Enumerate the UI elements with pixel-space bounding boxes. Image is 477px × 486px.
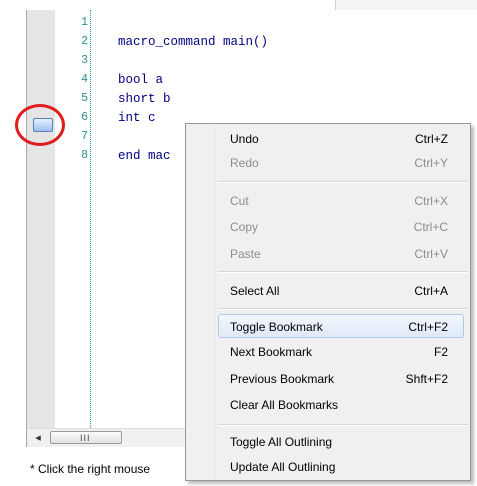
menu-item-label: Select All (230, 284, 280, 298)
menu-separator (218, 181, 468, 183)
menu-item-shortcut: Ctrl+Y (414, 156, 448, 170)
scroll-left-arrow-icon[interactable]: ◂ (31, 431, 45, 445)
bookmark-gutter[interactable] (27, 10, 55, 428)
line-number: 2 (81, 35, 88, 48)
menu-item-next-bookmark[interactable]: Next Bookmark F2 (218, 341, 464, 363)
line-number: 8 (81, 149, 88, 162)
line-number: 4 (81, 73, 88, 86)
context-menu (185, 123, 471, 481)
menu-item-shortcut: Ctrl+V (414, 247, 448, 261)
menu-item-label: Copy (230, 220, 259, 234)
highlight-ring (15, 104, 65, 146)
menu-item-label: Paste (230, 247, 261, 261)
menu-item-label: Toggle Bookmark (230, 320, 323, 334)
menu-item-label: Toggle All Outlining (230, 435, 333, 449)
menu-item-label: Update All Outlining (230, 460, 336, 474)
status-text: * Click the right mouse (30, 462, 151, 476)
menu-item-paste[interactable]: Paste Ctrl+V (218, 243, 464, 265)
menu-icon-column (188, 125, 212, 479)
menu-separator (218, 271, 468, 273)
menu-item-label: Undo (230, 132, 259, 146)
menu-item-shortcut: Ctrl+Z (415, 132, 448, 146)
menu-item-redo[interactable]: Redo Ctrl+Y (218, 152, 464, 174)
menu-item-clear-all-bookmarks[interactable]: Clear All Bookmarks (218, 394, 464, 416)
menu-icon-divider (214, 125, 215, 479)
menu-item-shortcut: Ctrl+A (414, 284, 448, 298)
code-line[interactable]: short b (118, 92, 171, 106)
menu-item-toggle-all-outlining[interactable]: Toggle All Outlining (218, 431, 464, 453)
menu-item-shortcut: Ctrl+C (413, 220, 448, 234)
outline-guide (90, 10, 91, 428)
menu-separator (218, 424, 468, 426)
code-line[interactable]: macro_command main() (118, 35, 268, 49)
menu-item-update-all-outlining[interactable]: Update All Outlining (218, 456, 464, 478)
menu-item-shortcut: Ctrl+X (414, 194, 448, 208)
code-line[interactable]: end mac (118, 149, 171, 163)
menu-item-undo[interactable]: Undo Ctrl+Z (218, 128, 464, 150)
code-line[interactable]: int c (118, 111, 156, 125)
menu-item-previous-bookmark[interactable]: Previous Bookmark Shft+F2 (218, 368, 464, 390)
line-number: 7 (81, 130, 88, 143)
line-number: 3 (81, 54, 88, 67)
menu-separator (218, 308, 468, 310)
menu-item-shortcut: Ctrl+F2 (408, 320, 448, 334)
menu-item-copy[interactable]: Copy Ctrl+C (218, 216, 464, 238)
menu-item-toggle-bookmark[interactable]: Toggle Bookmark Ctrl+F2 (218, 314, 464, 338)
menu-item-shortcut: F2 (433, 345, 448, 359)
menu-item-label: Cut (230, 194, 249, 208)
line-number: 5 (81, 92, 88, 105)
code-line[interactable]: bool a (118, 73, 163, 87)
menu-item-select-all[interactable]: Select All Ctrl+A (218, 280, 464, 302)
menu-item-label: Previous Bookmark (230, 372, 335, 386)
menu-item-label: Redo (230, 156, 259, 170)
scroll-grip-icon: III (80, 433, 91, 443)
line-number: 1 (81, 16, 88, 29)
menu-item-label: Clear All Bookmarks (230, 398, 339, 412)
menu-item-cut[interactable]: Cut Ctrl+X (218, 190, 464, 212)
menu-item-shortcut: Shft+F2 (405, 372, 448, 386)
menu-item-label: Next Bookmark (230, 345, 313, 359)
